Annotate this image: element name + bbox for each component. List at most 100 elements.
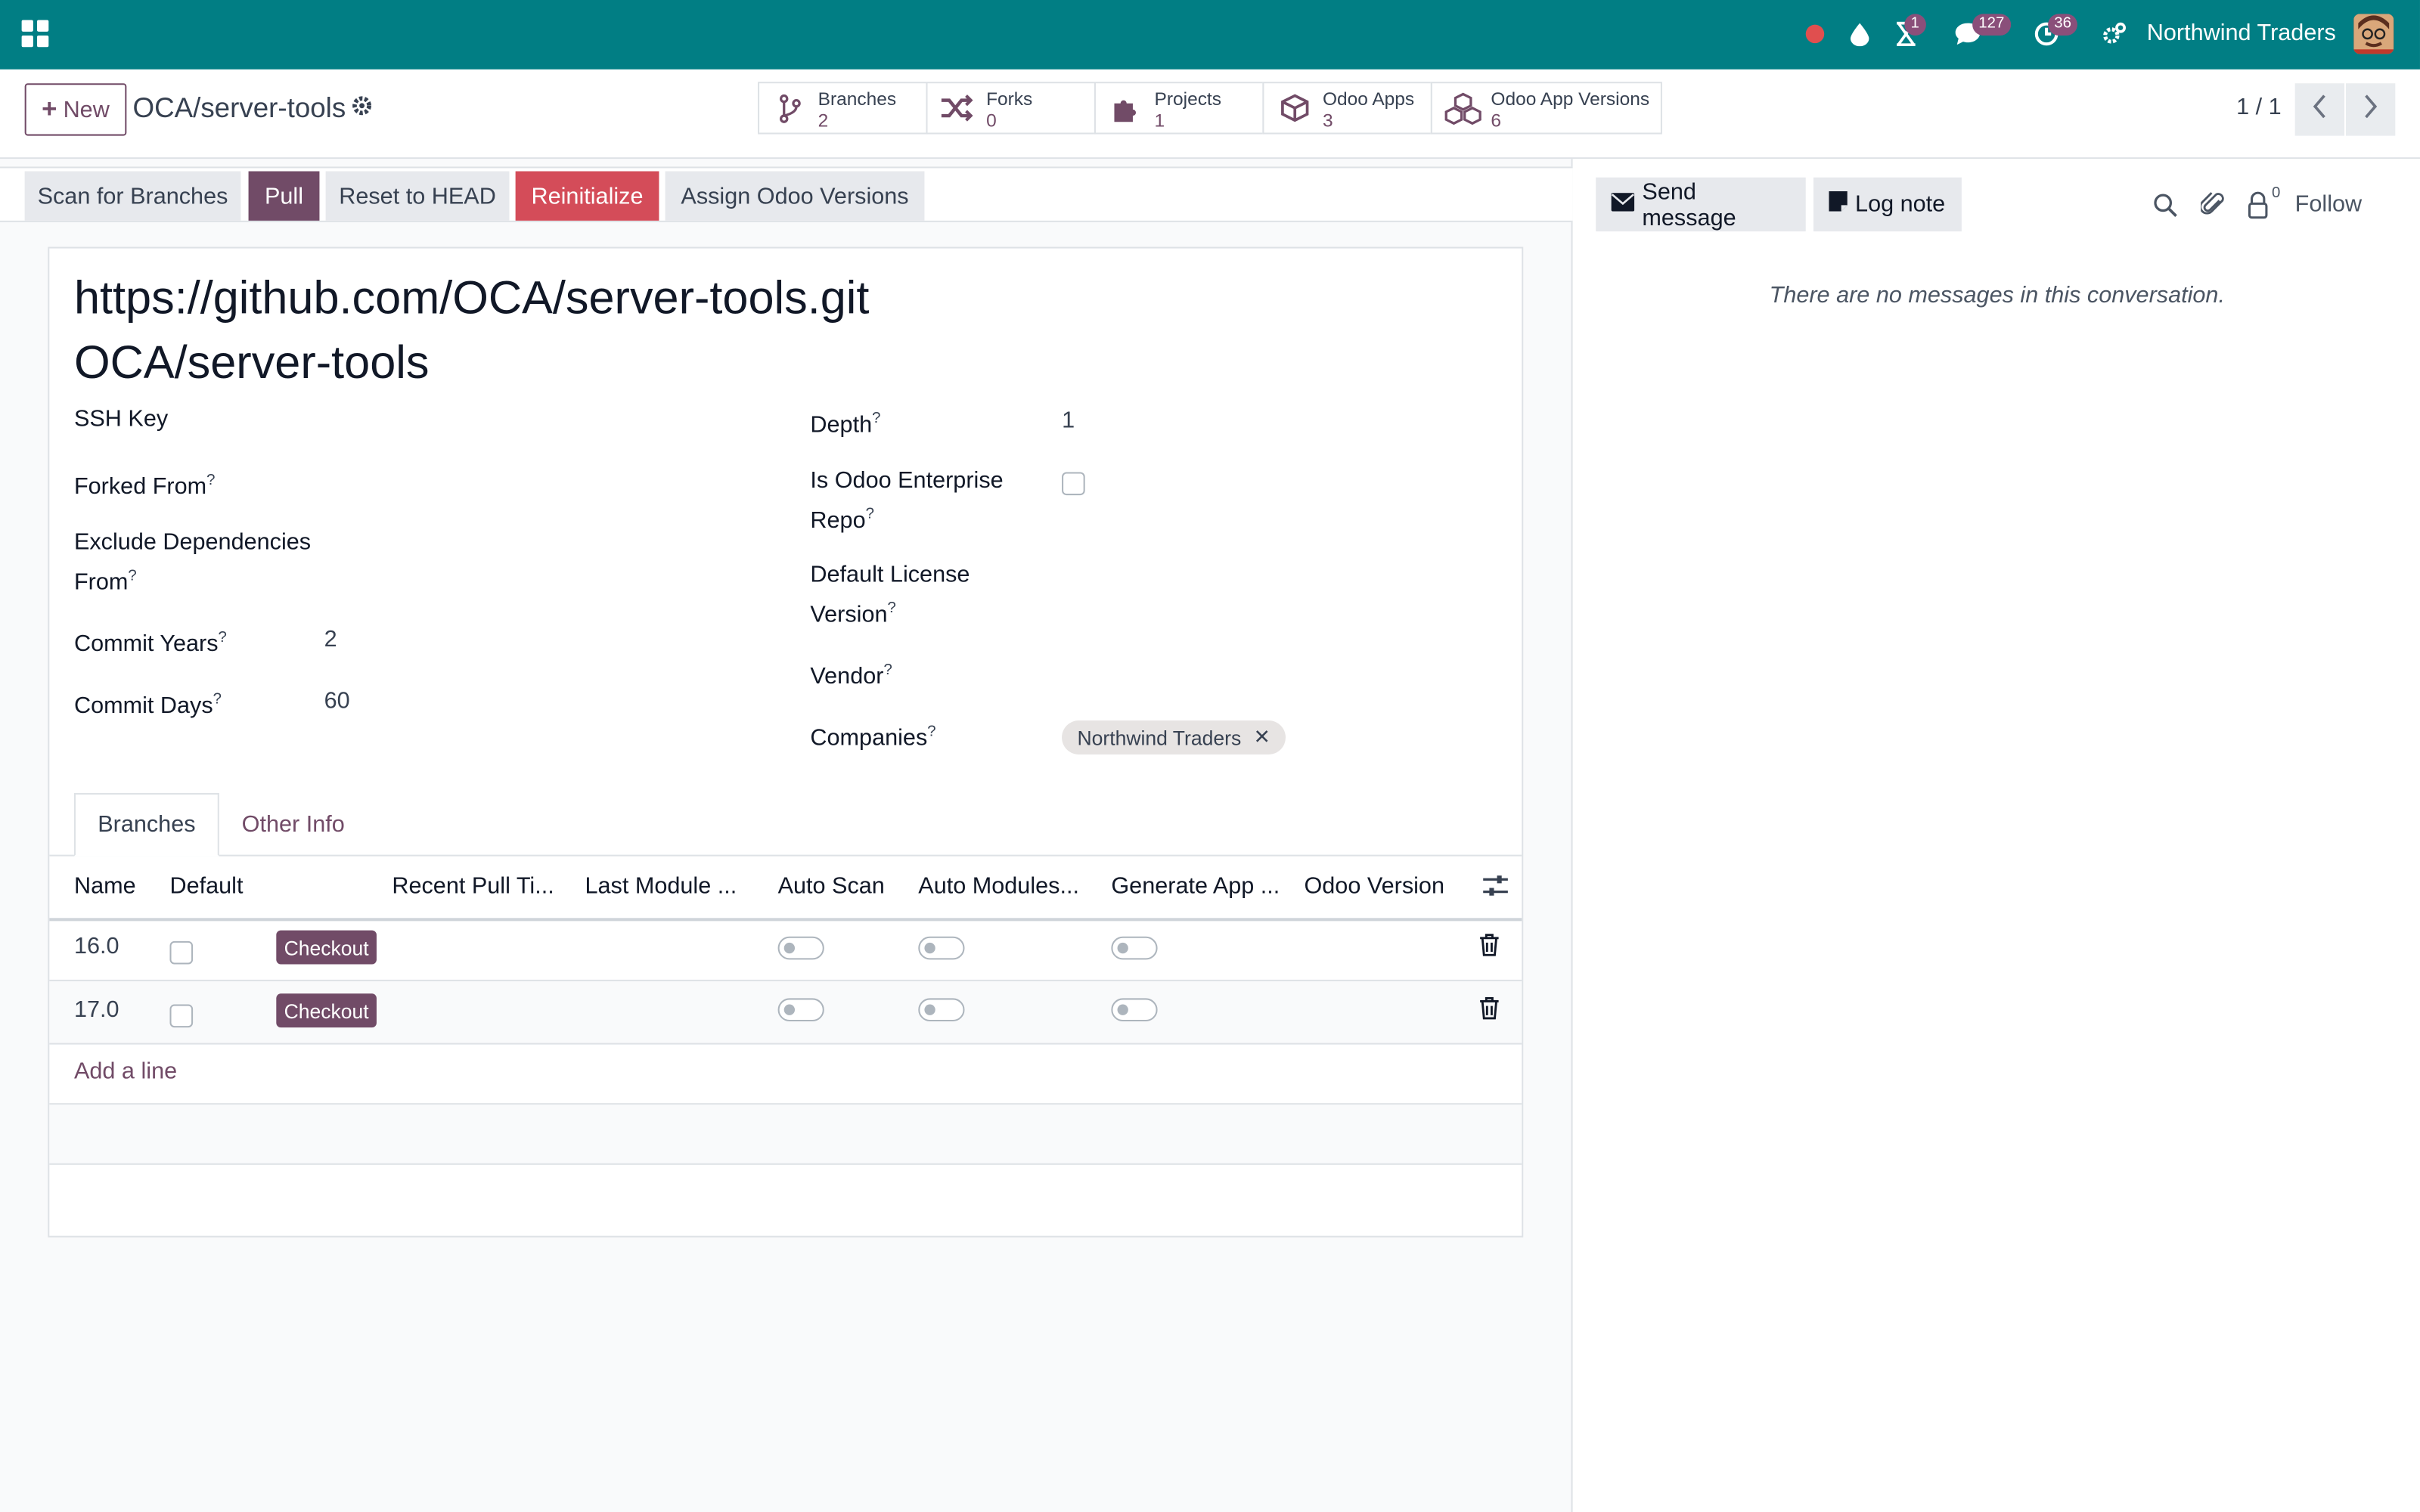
paperclip-icon[interactable] (2199, 191, 2226, 219)
shuffle-icon (940, 92, 973, 123)
apps-grid-icon[interactable] (18, 17, 52, 51)
smart-button-odoo-apps[interactable]: Odoo Apps 3 (1262, 82, 1432, 135)
top-navbar: 1 127 36 Northwind Traders (0, 0, 2420, 70)
companies-label: Companies? (810, 723, 936, 751)
log-note-button[interactable]: Log note (1813, 177, 1962, 232)
column-header-odoo-version[interactable]: Odoo Version (1304, 873, 1444, 900)
repo-url-field[interactable]: https://github.com/OCA/server-tools.git (74, 273, 869, 325)
scan-branches-button[interactable]: Scan for Branches (24, 171, 241, 221)
repo-name-field[interactable]: OCA/server-tools (74, 338, 430, 390)
smart-button-value: 0 (986, 109, 997, 132)
pager-next-button[interactable] (2346, 83, 2396, 136)
assign-odoo-versions-button[interactable]: Assign Odoo Versions (665, 171, 925, 221)
user-avatar[interactable] (2353, 14, 2394, 54)
reset-to-head-button[interactable]: Reset to HEAD (325, 171, 510, 221)
enterprise-repo-checkbox[interactable] (1062, 472, 1085, 496)
new-button[interactable]: + New (24, 83, 127, 136)
branch-name-cell[interactable]: 16.0 (74, 934, 119, 960)
pull-button[interactable]: Pull (248, 171, 320, 221)
follow-button[interactable]: Follow (2295, 191, 2362, 218)
smart-button-value: 1 (1154, 109, 1165, 132)
empty-row (49, 1105, 1522, 1163)
droplet-icon[interactable] (1843, 17, 1877, 51)
log-note-label: Log note (1855, 191, 1946, 218)
chatter-panel: Send message Log note 0 Follow There are… (1574, 159, 2420, 1512)
plus-icon: + (42, 94, 57, 124)
smart-button-projects[interactable]: Projects 1 (1094, 82, 1264, 135)
smart-button-label: Odoo App Versions (1491, 88, 1650, 110)
tab-other-info[interactable]: Other Info (227, 793, 360, 857)
control-panel: + New OCA/server-tools Branches 2 Forks … (0, 69, 2420, 160)
generate-app-toggle[interactable] (1111, 998, 1158, 1022)
column-header-generate-app[interactable]: Generate App ... (1111, 873, 1280, 900)
column-header-recent-pull[interactable]: Recent Pull Ti... (392, 873, 554, 900)
search-icon[interactable] (2153, 193, 2178, 218)
record-dot-icon[interactable] (1798, 17, 1832, 51)
smart-button-forks[interactable]: Forks 0 (926, 82, 1096, 135)
default-checkbox[interactable] (169, 940, 194, 965)
auto-modules-toggle[interactable] (918, 998, 965, 1022)
cubes-icon (1443, 92, 1483, 125)
new-button-label: New (63, 96, 110, 123)
company-switcher[interactable]: Northwind Traders (2147, 20, 2336, 47)
messages-badge: 127 (1972, 14, 2011, 36)
checkout-button[interactable]: Checkout (276, 993, 377, 1028)
smart-button-label: Odoo Apps (1322, 88, 1415, 110)
notebook-tabs: Branches Other Info (49, 792, 1522, 857)
commit-years-value[interactable]: 2 (324, 627, 337, 653)
trash-icon[interactable] (1478, 996, 1500, 1020)
pager-value[interactable]: 1 / 1 (2236, 94, 2282, 120)
activity-badge: 1 (1904, 14, 1926, 36)
tasks-badge: 36 (2048, 14, 2078, 36)
auto-scan-toggle[interactable] (777, 936, 824, 960)
column-header-last-module[interactable]: Last Module ... (585, 873, 737, 900)
pager-previous-button[interactable] (2294, 83, 2344, 136)
column-settings-icon[interactable] (1481, 873, 1509, 898)
ssh-key-label: SSH Key (73, 405, 169, 432)
add-a-line-link[interactable]: Add a line (74, 1058, 177, 1085)
commit-years-label: Commit Years? (73, 629, 227, 658)
cube-icon (1280, 92, 1311, 123)
send-message-button[interactable]: Send message (1596, 177, 1806, 232)
generate-app-toggle[interactable] (1111, 936, 1158, 960)
depth-label: Depth? (810, 410, 881, 438)
send-message-label: Send message (1642, 178, 1736, 231)
settings-icon[interactable] (2097, 17, 2131, 51)
smart-button-label: Branches (818, 88, 897, 110)
smart-button-odoo-app-versions[interactable]: Odoo App Versions 6 (1430, 82, 1662, 135)
reinitialize-button[interactable]: Reinitialize (515, 171, 659, 221)
forked-from-label: Forked From? (73, 472, 216, 500)
form-statusbar: Scan for Branches Pull Reset to HEAD Rei… (0, 166, 1573, 222)
smart-button-value: 3 (1322, 109, 1333, 132)
auto-modules-toggle[interactable] (918, 936, 965, 960)
envelope-icon (1611, 191, 1635, 218)
column-header-name[interactable]: Name (74, 873, 136, 900)
smart-button-label: Forks (986, 88, 1033, 110)
depth-value[interactable]: 1 (1062, 407, 1075, 434)
breadcrumb-record-title: OCA/server-tools (132, 92, 346, 124)
follower-count: 0 (2272, 184, 2281, 203)
puzzle-icon (1111, 92, 1142, 123)
lock-followers-icon[interactable] (2247, 191, 2269, 219)
auto-scan-toggle[interactable] (777, 998, 824, 1022)
smart-button-branches[interactable]: Branches 2 (758, 82, 928, 135)
column-header-auto-modules[interactable]: Auto Modules... (918, 873, 1079, 900)
row-divider (49, 1043, 1522, 1045)
tab-branches[interactable]: Branches (73, 792, 219, 857)
close-icon[interactable]: ✕ (1254, 725, 1270, 750)
gear-icon[interactable] (350, 94, 374, 117)
enterprise-repo-label: Is Odoo Enterprise Repo? (810, 467, 1004, 534)
branch-name-cell[interactable]: 17.0 (74, 996, 119, 1023)
column-header-default[interactable]: Default (169, 873, 243, 900)
default-checkbox[interactable] (169, 1004, 194, 1028)
chevron-right-icon (2363, 93, 2378, 125)
commit-days-label: Commit Days? (73, 691, 222, 720)
default-license-label: Default License Version? (810, 561, 970, 628)
checkout-button[interactable]: Checkout (276, 930, 377, 965)
commit-days-value[interactable]: 60 (324, 688, 350, 714)
branch-icon (774, 92, 805, 123)
column-header-auto-scan[interactable]: Auto Scan (778, 873, 885, 900)
empty-conversation-text: There are no messages in this conversati… (1769, 282, 2225, 309)
form-sheet: https://github.com/OCA/server-tools.git … (48, 246, 1524, 1238)
trash-icon[interactable] (1478, 934, 1500, 957)
